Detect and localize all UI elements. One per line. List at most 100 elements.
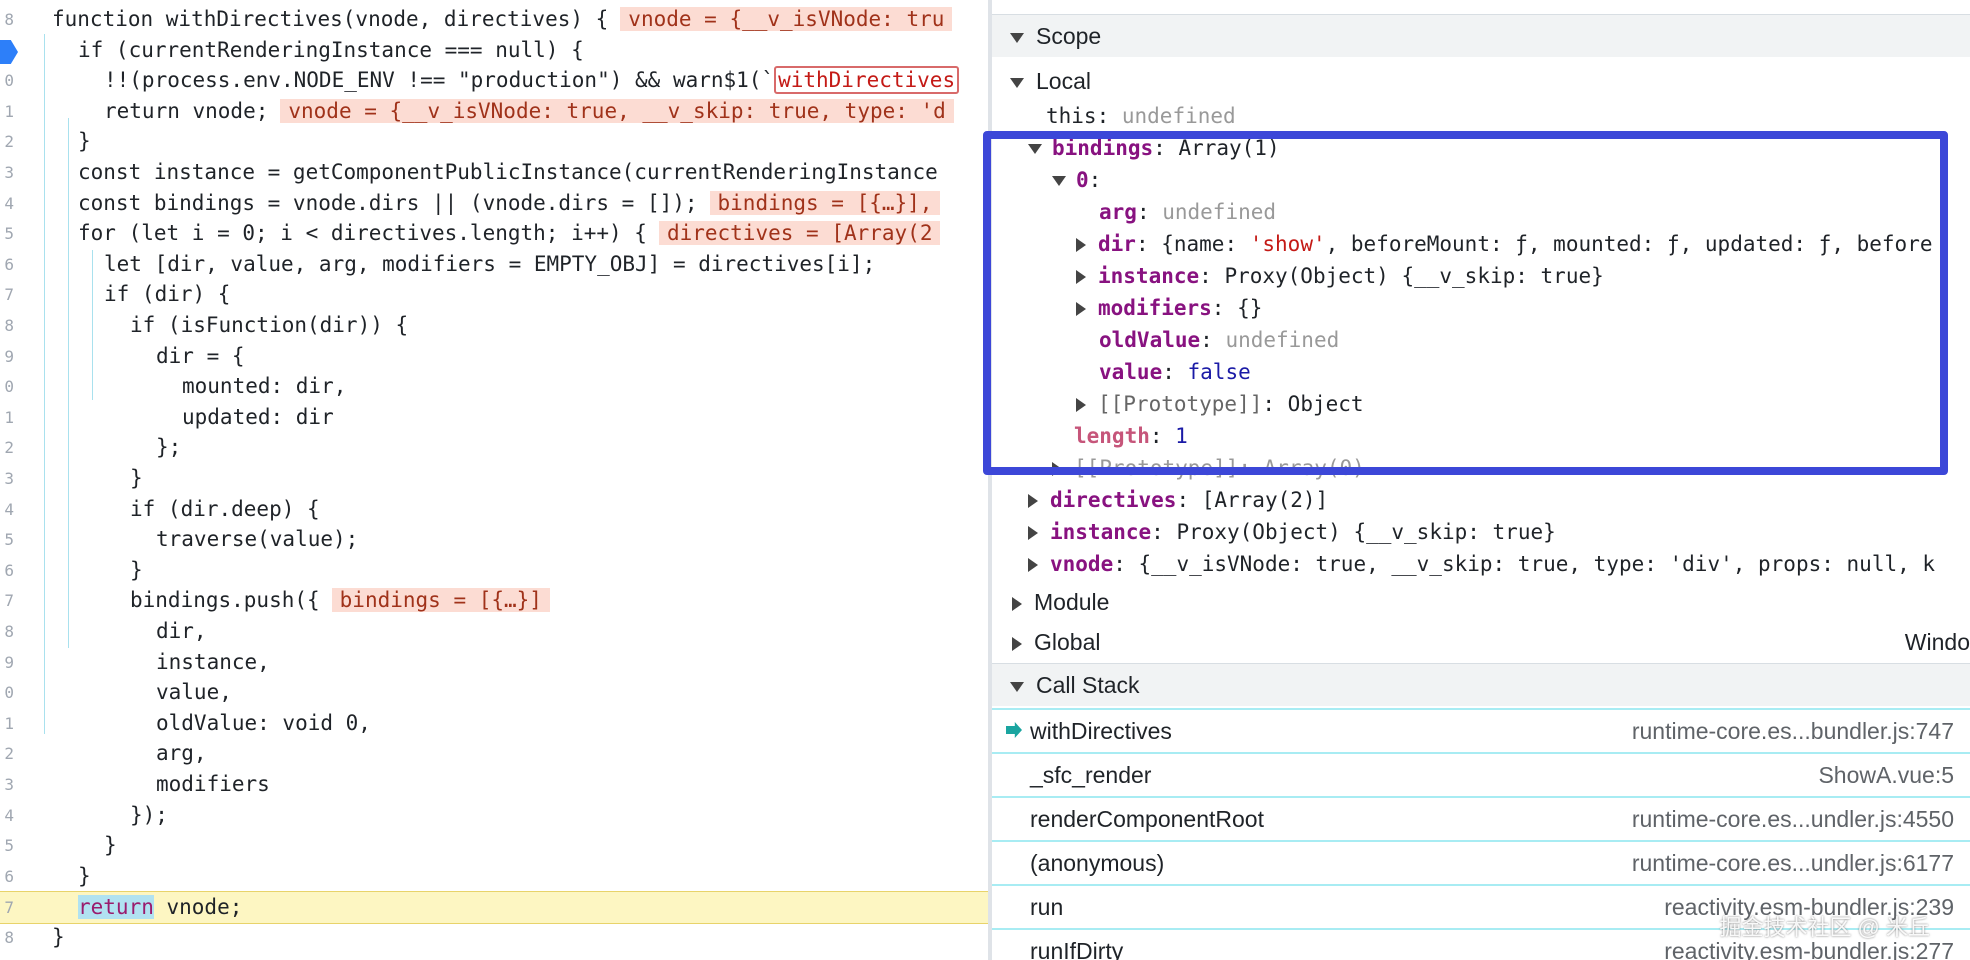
scope-var-vnode[interactable]: vnode: {__v_isVNode: true, __v_skip: tru…: [1028, 549, 1935, 580]
line-number[interactable]: 5: [0, 830, 14, 861]
callstack-frame[interactable]: (anonymous) runtime-core.es...undler.js:6…: [992, 840, 1970, 884]
inline-value-preview[interactable]: vnode = {__v_isVNode: tru: [620, 7, 953, 31]
watermark: 掘金技术社区 @ 米丘: [1719, 915, 1930, 940]
line-number[interactable]: 4: [0, 188, 14, 219]
code-line[interactable]: 4 if (dir.deep) {: [0, 494, 988, 525]
frame-source-location[interactable]: runtime-core.es...undler.js:6177: [1632, 842, 1954, 884]
code-line[interactable]: 6}: [0, 861, 988, 892]
code-line[interactable]: 1 updated: dir: [0, 402, 988, 433]
line-number[interactable]: 5: [0, 524, 14, 555]
line-number[interactable]: 6: [0, 249, 14, 280]
line-number[interactable]: 7: [0, 585, 14, 616]
expand-triangle-icon: [1012, 636, 1022, 651]
scope-module-header[interactable]: Module: [1012, 587, 1109, 618]
code-line[interactable]: 4 const bindings = vnode.dirs || (vnode.d…: [0, 188, 988, 219]
code-line[interactable]: 4});: [0, 800, 988, 831]
code-line[interactable]: 8}: [0, 922, 988, 953]
code-line-text: arg,: [156, 741, 207, 766]
line-number[interactable]: 8: [0, 310, 14, 341]
code-line[interactable]: 3 modifiers: [0, 769, 988, 800]
line-number[interactable]: 3: [0, 157, 14, 188]
line-number[interactable]: 6: [0, 555, 14, 586]
line-number[interactable]: 5: [0, 218, 14, 249]
expand-triangle-icon: [1028, 526, 1038, 540]
code-line[interactable]: 0 !!(process.env.NODE_ENV !== "production…: [0, 65, 988, 96]
code-line[interactable]: 8 function withDirectives(vnode, directiv…: [0, 4, 988, 35]
scope-var-instance[interactable]: instance: Proxy(Object) {__v_skip: true}: [1028, 517, 1556, 548]
code-line[interactable]: 8 if (isFunction(dir)) {: [0, 310, 988, 341]
code-text: updated: dir: [182, 402, 334, 433]
code-line[interactable]: 2 arg,: [0, 738, 988, 769]
inline-value-preview[interactable]: bindings = [{…}]: [331, 588, 550, 613]
inline-value-preview[interactable]: vnode = {__v_isVNode: true, __v_skip: tr…: [280, 98, 954, 123]
line-number[interactable]: 2: [0, 432, 14, 463]
code-text: bindings.push({bindings = [{…}]: [130, 585, 550, 616]
code-line[interactable]: 5}: [0, 830, 988, 861]
code-line[interactable]: 1 oldValue: void 0,: [0, 708, 988, 739]
line-number[interactable]: 2: [0, 738, 14, 769]
code-line[interactable]: 9 dir = {: [0, 341, 988, 372]
code-line[interactable]: 3}: [0, 463, 988, 494]
callstack-frame[interactable]: withDirectives runtime-core.es...bundler.…: [992, 708, 1970, 752]
line-number[interactable]: 9: [0, 647, 14, 678]
line-number[interactable]: 7: [0, 892, 14, 923]
callstack-frame[interactable]: _sfc_render ShowA.vue:5: [992, 752, 1970, 796]
code-line[interactable]: 8 dir,: [0, 616, 988, 647]
line-number[interactable]: 0: [0, 677, 14, 708]
code-line[interactable]: 7 bindings.push({bindings = [{…}]: [0, 585, 988, 616]
scope-var-directives[interactable]: directives: [Array(2)]: [1028, 485, 1328, 516]
code-line[interactable]: 3 const instance = getComponentPublicInst…: [0, 157, 988, 188]
line-number[interactable]: 4: [0, 494, 14, 525]
code-line[interactable]: 5 for (let i = 0; i < directives.length; …: [0, 218, 988, 249]
line-number[interactable]: 3: [0, 769, 14, 800]
code-text: const instance = getComponentPublicInsta…: [78, 157, 938, 188]
line-number[interactable]: 3: [0, 463, 14, 494]
line-number[interactable]: 8: [0, 4, 14, 35]
code-line[interactable]: 5 traverse(value);: [0, 524, 988, 555]
scope-var-this[interactable]: this: undefined: [1046, 101, 1236, 132]
code-line[interactable]: 6 let [dir, value, arg, modifiers = EMPTY…: [0, 249, 988, 280]
code-line[interactable]: 6}: [0, 555, 988, 586]
callstack-frame[interactable]: renderComponentRoot runtime-core.es...und…: [992, 796, 1970, 840]
frame-source-location[interactable]: runtime-core.es...bundler.js:747: [1632, 710, 1954, 752]
code-text: const bindings = vnode.dirs || (vnode.di…: [78, 188, 941, 219]
code-editor[interactable]: 8 function withDirectives(vnode, directiv…: [0, 0, 988, 960]
code-line[interactable]: 7 if (dir) {: [0, 279, 988, 310]
inline-value-preview[interactable]: directives = [Array(2: [658, 221, 941, 246]
expand-triangle-icon: [1012, 596, 1022, 611]
code-line[interactable]: 2};: [0, 432, 988, 463]
line-number[interactable]: 1: [0, 402, 14, 433]
code-line[interactable]: 9 instance,: [0, 647, 988, 678]
global-label: Global: [1034, 629, 1101, 655]
line-number[interactable]: 0: [0, 371, 14, 402]
frame-source-location[interactable]: runtime-core.es...undler.js:4550: [1632, 798, 1954, 840]
line-number[interactable]: 6: [0, 861, 14, 892]
line-number[interactable]: 9: [0, 341, 14, 372]
code-line[interactable]: 1 return vnode; vnode = {__v_isVNode: true…: [0, 96, 988, 127]
code-line-text: !!(process.env.NODE_ENV !== "production"…: [104, 68, 775, 93]
line-number[interactable]: 4: [0, 800, 14, 831]
line-number[interactable]: 1: [0, 96, 14, 127]
scope-global-header[interactable]: Global Windo: [1012, 627, 1970, 658]
code-line-text: }: [78, 129, 91, 154]
code-line-text: if (isFunction(dir)) {: [130, 313, 409, 337]
code-text: traverse(value);: [156, 524, 358, 555]
code-line[interactable]: 2}: [0, 126, 988, 157]
code-line[interactable]: 7 return vnode;: [0, 891, 988, 925]
code-line[interactable]: 0 mounted: dir,: [0, 371, 988, 402]
callstack-section-header[interactable]: Call Stack: [992, 663, 1970, 706]
code-line-text: if (dir.deep) {: [130, 496, 320, 521]
scope-section-header[interactable]: Scope: [992, 14, 1970, 57]
line-number[interactable]: 1: [0, 708, 14, 739]
line-number[interactable]: 0: [0, 65, 14, 96]
scope-local-header[interactable]: Local: [1010, 66, 1091, 97]
line-number[interactable]: 2: [0, 126, 14, 157]
frame-source-location[interactable]: ShowA.vue:5: [1818, 754, 1954, 796]
code-line[interactable]: 9if (currentRenderingInstance === null) …: [0, 35, 988, 66]
line-number[interactable]: 8: [0, 922, 14, 953]
line-number[interactable]: 8: [0, 616, 14, 647]
inline-value-preview[interactable]: bindings = [{…}],: [709, 190, 941, 215]
code-line[interactable]: 0 value,: [0, 677, 988, 708]
line-number[interactable]: 7: [0, 279, 14, 310]
code-text: function withDirectives(vnode, directive…: [52, 4, 953, 35]
